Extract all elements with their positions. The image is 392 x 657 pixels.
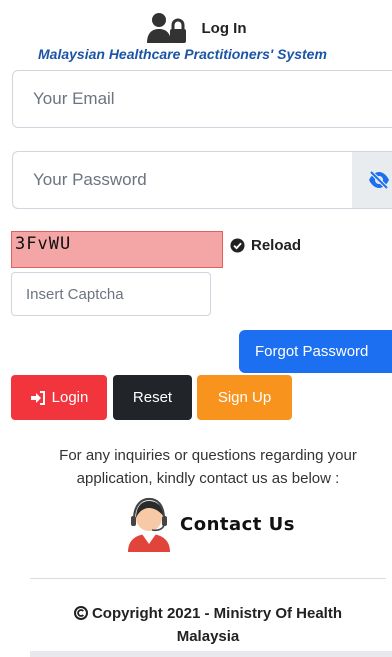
bottom-bar	[30, 651, 392, 657]
captcha-reload-button[interactable]: Reload	[230, 237, 301, 254]
password-input[interactable]	[33, 170, 333, 190]
contact-us-link[interactable]: Contact Us	[122, 496, 295, 552]
inquiry-line-1: For any inquiries or questions regarding…	[59, 447, 357, 464]
page-title: Log In	[201, 19, 247, 37]
email-field[interactable]	[12, 70, 392, 128]
sign-in-icon	[30, 390, 46, 405]
email-input[interactable]	[33, 89, 333, 109]
sign-up-label: Sign Up	[217, 389, 272, 406]
support-agent-icon	[122, 496, 176, 552]
captcha-input[interactable]	[26, 285, 196, 303]
captcha-field[interactable]	[11, 272, 211, 316]
captcha-text: 3FvWU	[15, 234, 72, 254]
copyright-line-1: Copyright 2021 - Ministry Of Health	[91, 605, 343, 622]
eye-slash-icon	[368, 171, 390, 189]
user-lock-icon	[146, 12, 188, 44]
sign-up-button[interactable]: Sign Up	[197, 375, 292, 420]
login-label: Login	[51, 389, 89, 406]
forgot-password-label: Forgot Password	[255, 343, 369, 360]
footer-divider	[30, 578, 386, 579]
check-circle-icon	[230, 238, 245, 253]
password-toggle-button[interactable]	[352, 151, 392, 209]
login-button[interactable]: Login	[11, 375, 107, 420]
forgot-password-button[interactable]: Forgot Password	[239, 330, 392, 373]
inquiry-text: For any inquiries or questions regarding…	[0, 444, 392, 490]
copyright-line-2: Malaysia	[176, 628, 240, 645]
reset-button[interactable]: Reset	[113, 375, 192, 420]
password-field[interactable]	[12, 151, 354, 209]
login-header: Log In	[0, 10, 392, 46]
contact-us-label: Contact Us	[180, 513, 296, 535]
reload-label: Reload	[251, 237, 302, 254]
copyright-icon	[73, 606, 88, 620]
system-name: Malaysian Healthcare Practitioners' Syst…	[38, 46, 327, 62]
inquiry-line-2: application, kindly contact us as below …	[76, 470, 340, 487]
reset-label: Reset	[132, 389, 173, 406]
captcha-image: 3FvWU	[11, 231, 223, 268]
copyright-footer: Copyright 2021 - Ministry Of Health Mala…	[0, 602, 392, 648]
